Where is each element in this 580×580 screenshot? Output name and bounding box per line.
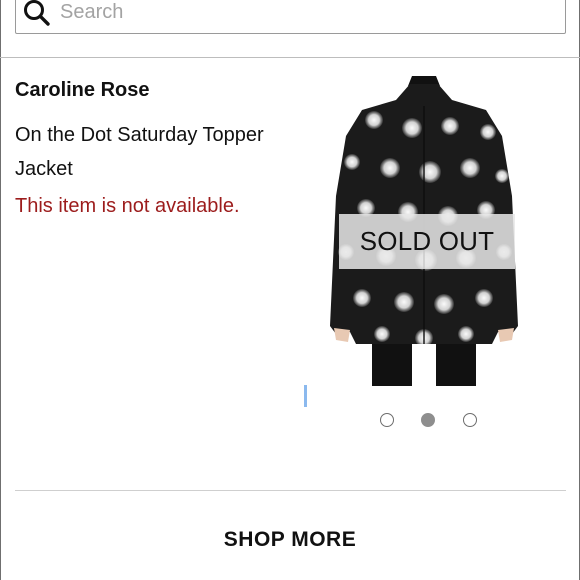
shop-more-button[interactable]: SHOP MORE (0, 520, 580, 560)
availability-message: This item is not available. (15, 195, 240, 217)
search-bar[interactable] (15, 0, 566, 34)
carousel-dot-2-active[interactable] (421, 413, 435, 427)
carousel-dot-3[interactable] (463, 413, 477, 427)
sold-out-badge: SOLD OUT (339, 214, 515, 269)
carousel-dot-1[interactable] (380, 413, 394, 427)
text-cursor-indicator (304, 385, 307, 407)
product-title: On the Dot Saturday Topper Jacket (15, 124, 264, 180)
brand-name: Caroline Rose (15, 79, 150, 101)
left-frame-border (0, 0, 1, 580)
footer-divider (15, 490, 566, 491)
search-input[interactable] (60, 0, 550, 25)
header-divider (0, 57, 580, 58)
search-icon[interactable] (23, 0, 51, 27)
